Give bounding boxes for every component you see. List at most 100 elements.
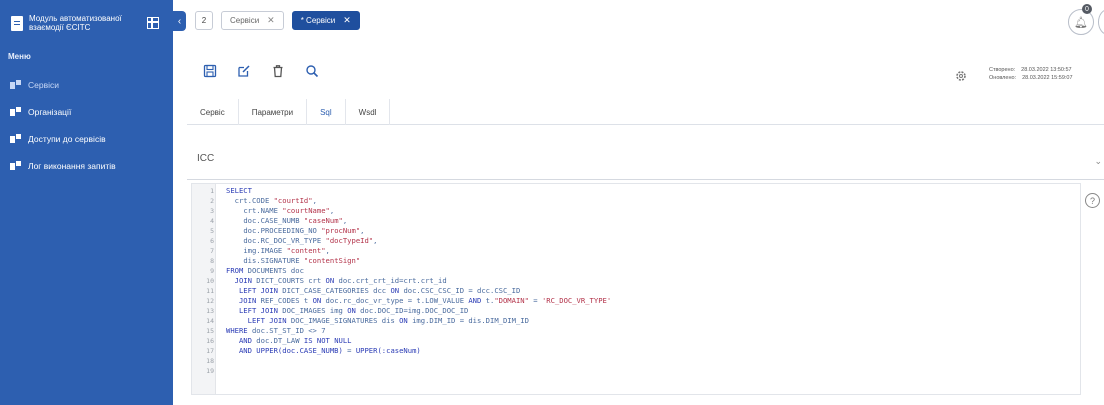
- code-line: 11 LEFT JOIN DICT_CASE_CATEGORIES dcc ON…: [192, 286, 1080, 296]
- notification-badge: 0: [1082, 4, 1092, 14]
- code-text: SELECT: [226, 186, 252, 195]
- code-text: doc.RC_DOC_VR_TYPE "docTypeId",: [243, 236, 378, 245]
- code-text: LEFT JOIN DICT_CASE_CATEGORIES dcc ON do…: [238, 286, 521, 295]
- created-label: Створено:: [989, 67, 1016, 73]
- close-icon[interactable]: ✕: [267, 15, 275, 26]
- tab-parameters[interactable]: Параметри: [239, 99, 308, 125]
- code-text: AND UPPER(doc.CASE_NUMB) = UPPER(:caseNu…: [238, 346, 421, 355]
- code-text: dis.SIGNATURE "contentSign": [243, 256, 361, 265]
- code-line: 12 JOIN REF_CODES t ON doc.rc_doc_vr_typ…: [192, 296, 1080, 306]
- line-number: 14: [206, 317, 214, 325]
- line-number: 5: [210, 227, 214, 235]
- tab-label: Сервіси: [230, 16, 260, 25]
- document-tabs: 2 Сервіси ✕ * Сервіси ✕: [195, 11, 360, 30]
- updated-label: Оновлено:: [989, 75, 1017, 81]
- code-area[interactable]: 1 SELECT 2 crt.CODE "courtId", 3 crt.NAME "…: [192, 186, 1080, 376]
- line-number: 12: [206, 297, 214, 305]
- system-select-value: ICC: [197, 153, 215, 164]
- code-text: doc.PROCEEDING_NO "procNum",: [243, 226, 365, 235]
- dashboard-icon: [10, 161, 21, 170]
- section-tabs: Сервіс Параметри Sql Wsdl: [187, 99, 1104, 125]
- save-icon[interactable]: [203, 64, 217, 78]
- sidebar-item-service-access[interactable]: Доступи до сервісів: [0, 125, 173, 152]
- sql-editor[interactable]: 1 SELECT 2 crt.CODE "courtId", 3 crt.NAME "…: [191, 183, 1081, 395]
- sidebar: Модуль автоматизованої взаємодії ЄСІТС М…: [0, 0, 173, 405]
- delete-icon[interactable]: [271, 64, 285, 78]
- code-text: crt.CODE "courtId",: [234, 196, 317, 205]
- app-title: Модуль автоматизованої взаємодії ЄСІТС: [29, 14, 122, 32]
- tab-service[interactable]: Сервіс: [187, 99, 239, 125]
- code-line: 15 WHERE doc.ST_ST_ID <> 7: [192, 326, 1080, 336]
- updated-value: 28.03.2022 15:59:07: [1022, 75, 1073, 81]
- tab-services-edited[interactable]: * Сервіси ✕: [291, 11, 360, 30]
- edit-icon[interactable]: [237, 64, 251, 78]
- tab-wsdl[interactable]: Wsdl: [346, 99, 391, 125]
- line-number: 10: [206, 277, 214, 285]
- code-text: FROM DOCUMENTS doc: [226, 266, 304, 275]
- sidebar-item-label: Сервіси: [28, 79, 59, 90]
- user-avatar[interactable]: [1098, 9, 1104, 35]
- code-text: WHERE doc.ST_ST_ID <> 7: [226, 326, 326, 335]
- sidebar-item-request-log[interactable]: Лог виконання запитів: [0, 152, 173, 179]
- line-number: 2: [210, 197, 214, 205]
- chevron-down-icon: ⌄: [1094, 156, 1102, 166]
- line-number: 19: [206, 367, 214, 375]
- code-text: JOIN REF_CODES t ON doc.rc_doc_vr_type =…: [238, 296, 612, 305]
- tab-sql[interactable]: Sql: [307, 99, 346, 125]
- menu-label: Меню: [8, 52, 31, 61]
- code-line: 6 doc.RC_DOC_VR_TYPE "docTypeId",: [192, 236, 1080, 246]
- code-line: 3 crt.NAME "courtName",: [192, 206, 1080, 216]
- app-logo-icon: [11, 15, 23, 31]
- sidebar-header: Модуль автоматизованої взаємодії ЄСІТС: [0, 0, 173, 46]
- code-line: 7 img.IMAGE "content",: [192, 246, 1080, 256]
- code-line: 17 AND UPPER(doc.CASE_NUMB) = UPPER(:cas…: [192, 346, 1080, 356]
- sidebar-collapse-button[interactable]: ‹: [173, 11, 186, 31]
- tab-services[interactable]: Сервіси ✕: [221, 11, 284, 30]
- line-number: 17: [206, 347, 214, 355]
- code-line: 19: [192, 366, 1080, 376]
- code-line: 16 AND doc.DT_LAW IS NOT NULL: [192, 336, 1080, 346]
- tab-label: * Сервіси: [300, 16, 336, 25]
- line-number: 13: [206, 307, 214, 315]
- created-value: 28.03.2022 13:50:57: [1021, 67, 1072, 73]
- help-icon[interactable]: ?: [1085, 193, 1100, 208]
- apps-grid-icon[interactable]: [147, 17, 159, 29]
- line-number: 16: [206, 337, 214, 345]
- code-line: 10 JOIN DICT_COURTS crt ON doc.crt_crt_i…: [192, 276, 1080, 286]
- sidebar-item-label: Лог виконання запитів: [28, 160, 116, 171]
- dashboard-icon: [10, 134, 21, 143]
- chevron-left-icon: ‹: [177, 15, 182, 27]
- line-number: 18: [206, 357, 214, 365]
- sidebar-item-organizations[interactable]: Організації: [0, 98, 173, 125]
- code-line: 2 crt.CODE "courtId",: [192, 196, 1080, 206]
- record-metadata: Створено: 28.03.2022 13:50:57 Оновлено: …: [989, 66, 1073, 82]
- code-text: LEFT JOIN DOC_IMAGES img ON doc.DOC_ID=i…: [238, 306, 469, 315]
- code-text: JOIN DICT_COURTS crt ON doc.crt_crt_id=c…: [234, 276, 447, 285]
- line-number: 1: [210, 187, 214, 195]
- code-line: 5 doc.PROCEEDING_NO "procNum",: [192, 226, 1080, 236]
- line-number: 8: [210, 257, 214, 265]
- code-line: 4 doc.CASE_NUMB "caseNum",: [192, 216, 1080, 226]
- close-icon[interactable]: ✕: [343, 15, 351, 26]
- code-text: LEFT JOIN DOC_IMAGE_SIGNATURES dis ON im…: [247, 316, 529, 325]
- code-text: doc.CASE_NUMB "caseNum",: [243, 216, 348, 225]
- dashboard-icon: [10, 107, 21, 116]
- sidebar-item-services[interactable]: Сервіси: [0, 71, 173, 98]
- system-select[interactable]: ICC ⌄: [187, 138, 1104, 180]
- line-number: 7: [210, 247, 214, 255]
- code-line: 14 LEFT JOIN DOC_IMAGE_SIGNATURES dis ON…: [192, 316, 1080, 326]
- search-icon[interactable]: [305, 64, 319, 78]
- bell-icon: 🔔︎: [1074, 16, 1088, 29]
- dashboard-icon: [10, 80, 21, 89]
- code-line: 13 LEFT JOIN DOC_IMAGES img ON doc.DOC_I…: [192, 306, 1080, 316]
- code-text: AND doc.DT_LAW IS NOT NULL: [238, 336, 352, 345]
- sidebar-item-label: Доступи до сервісів: [28, 133, 106, 144]
- app-root: Модуль автоматизованої взаємодії ЄСІТС М…: [0, 0, 1104, 405]
- code-line: 18: [192, 356, 1080, 366]
- line-number: 15: [206, 327, 214, 335]
- code-text: img.IMAGE "content",: [243, 246, 330, 255]
- line-number: 4: [210, 217, 214, 225]
- gear-icon[interactable]: [955, 69, 967, 81]
- open-tabs-count[interactable]: 2: [195, 11, 213, 30]
- line-number: 9: [210, 267, 214, 275]
